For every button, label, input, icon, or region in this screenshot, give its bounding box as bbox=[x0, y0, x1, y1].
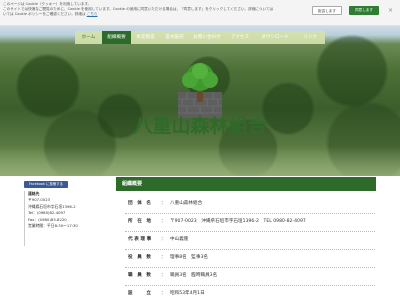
table-row: 役 員 数 ： 理事8名 監事3名 bbox=[125, 250, 375, 268]
cookie-banner: このページは Cookie（クッキー）を利用しています。 このサイトでは快適なご… bbox=[0, 0, 400, 26]
facebook-share-button[interactable]: Facebook に投稿する bbox=[24, 181, 68, 188]
site-title: 八重山森林組合 bbox=[133, 115, 267, 137]
table-row: 職 員 数 ： 職員3名 臨時職員3名 bbox=[125, 268, 375, 286]
table-row: 設 立 ： 昭和53年4月1日 bbox=[125, 286, 375, 300]
cookie-decline-button[interactable]: 拒否します bbox=[312, 6, 342, 15]
row-separator: ： bbox=[161, 201, 166, 206]
section-title: 組織概要 bbox=[122, 181, 143, 187]
hero-fade bbox=[0, 146, 400, 176]
cookie-policy-link[interactable]: こちら bbox=[87, 12, 98, 16]
row-separator: ： bbox=[161, 219, 166, 224]
cookie-accept-button[interactable]: 同意します bbox=[349, 6, 379, 15]
cookie-text-line3: いては Cookie ポリシーをご確認ください。詳細は bbox=[3, 12, 86, 16]
table-row: 団 体 名 ： 八重山森林組合 bbox=[125, 196, 375, 214]
row-value: 八重山森林組合 bbox=[170, 201, 203, 206]
row-value: 理事8名 監事3名 bbox=[170, 255, 209, 260]
nav-item-contact[interactable]: お問い合わせ bbox=[189, 31, 225, 44]
organization-table: 団 体 名 ： 八重山森林組合 所 在 地 ： 〒907-0023 沖縄県石垣市… bbox=[125, 196, 375, 300]
row-separator: ： bbox=[161, 237, 166, 242]
logo-tree-icon bbox=[172, 62, 228, 120]
row-separator: ： bbox=[161, 255, 166, 260]
row-value: 中山義隆 bbox=[170, 237, 189, 242]
nav-item-home[interactable]: ホーム bbox=[75, 31, 102, 44]
section-header: 組織概要 bbox=[116, 177, 376, 191]
main-nav: ホーム 組織概要 木炭製造 苗木販売 お問い合わせ アクセス ダウンロード リン… bbox=[75, 31, 325, 44]
nav-item-organization[interactable]: 組織概要 bbox=[102, 31, 131, 44]
nav-item-seedlings[interactable]: 苗木販売 bbox=[160, 31, 189, 44]
nav-item-access[interactable]: アクセス bbox=[225, 31, 255, 44]
cookie-notice-text: このページは Cookie（クッキー）を利用しています。 このサイトでは快適なご… bbox=[3, 2, 293, 17]
row-value: 職員3名 臨時職員3名 bbox=[170, 273, 218, 278]
nav-item-charcoal[interactable]: 木炭製造 bbox=[131, 31, 160, 44]
row-value: 〒907-0023 沖縄県石垣市字石垣1396-2 TEL 0980-82-40… bbox=[170, 219, 306, 224]
table-row: 所 在 地 ： 〒907-0023 沖縄県石垣市字石垣1396-2 TEL 09… bbox=[125, 214, 375, 232]
close-icon[interactable]: × bbox=[386, 6, 395, 15]
nav-item-links[interactable]: リンク bbox=[295, 31, 325, 44]
contact-hours: 営業時間：平日8:30〜17:30 bbox=[28, 223, 78, 229]
row-separator: ： bbox=[161, 273, 166, 278]
nav-item-download[interactable]: ダウンロード bbox=[255, 31, 295, 44]
row-value: 昭和53年4月1日 bbox=[170, 291, 205, 296]
table-row: 代 表 理 事 ： 中山義隆 bbox=[125, 232, 375, 250]
row-separator: ： bbox=[161, 291, 166, 296]
contact-info: 連絡先 〒907-0023 沖縄県石垣市字石垣1396-2 Tel：(0980)… bbox=[24, 191, 100, 246]
